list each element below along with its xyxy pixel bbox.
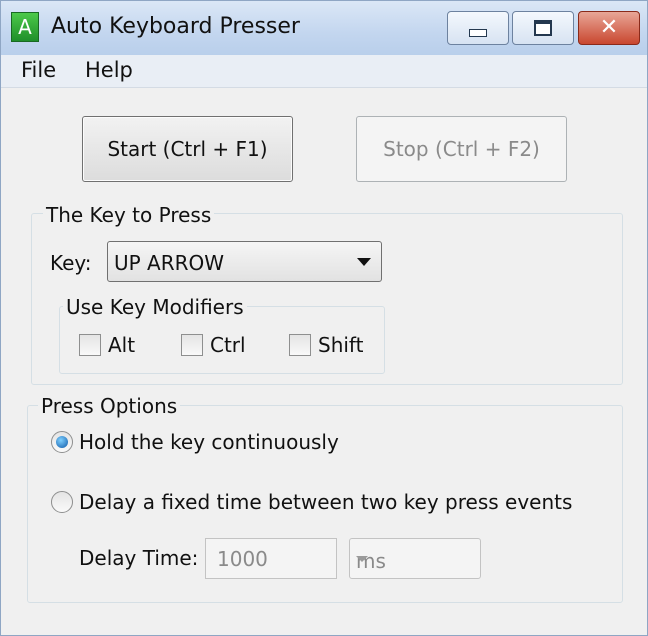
key-select-value: UP ARROW bbox=[114, 251, 225, 275]
press-options-legend: Press Options bbox=[38, 394, 181, 418]
delay-time-input[interactable]: 1000 bbox=[205, 538, 337, 579]
delay-radio[interactable] bbox=[51, 491, 73, 513]
alt-label[interactable]: Alt bbox=[108, 333, 135, 357]
close-button[interactable]: ✕ bbox=[578, 11, 640, 45]
start-button[interactable]: Start (Ctrl + F1) bbox=[82, 116, 293, 182]
modifiers-legend: Use Key Modifiers bbox=[63, 295, 247, 319]
menu-file[interactable]: File bbox=[21, 58, 56, 82]
hold-radio[interactable] bbox=[51, 431, 73, 453]
minimize-button[interactable] bbox=[447, 11, 509, 45]
window-title: Auto Keyboard Presser bbox=[51, 14, 300, 39]
ctrl-checkbox[interactable] bbox=[181, 334, 203, 356]
shift-label[interactable]: Shift bbox=[318, 333, 363, 357]
hold-label[interactable]: Hold the key continuously bbox=[79, 430, 339, 454]
key-select[interactable]: UP ARROW bbox=[107, 241, 382, 282]
stop-button-label: Stop (Ctrl + F2) bbox=[383, 137, 540, 161]
delay-label[interactable]: Delay a fixed time between two key press… bbox=[79, 490, 572, 514]
start-button-label: Start (Ctrl + F1) bbox=[107, 137, 268, 161]
delay-unit-select[interactable]: ms bbox=[349, 538, 481, 579]
alt-checkbox[interactable] bbox=[79, 334, 101, 356]
key-group-legend: The Key to Press bbox=[43, 203, 215, 227]
menu-help[interactable]: Help bbox=[85, 58, 133, 82]
chevron-down-icon bbox=[357, 258, 371, 266]
title-bar[interactable]: A Auto Keyboard Presser ✕ bbox=[1, 1, 647, 55]
delay-time-label: Delay Time: bbox=[79, 546, 199, 570]
menu-bar: File Help bbox=[1, 55, 647, 88]
app-window: A Auto Keyboard Presser ✕ File Help Star… bbox=[0, 0, 648, 636]
app-icon: A bbox=[11, 12, 39, 42]
stop-button[interactable]: Stop (Ctrl + F2) bbox=[356, 116, 567, 182]
shift-checkbox[interactable] bbox=[289, 334, 311, 356]
close-icon: ✕ bbox=[599, 15, 619, 40]
minimize-icon bbox=[469, 29, 487, 37]
chevron-down-icon bbox=[356, 556, 368, 562]
key-label: Key: bbox=[50, 251, 92, 275]
ctrl-label[interactable]: Ctrl bbox=[210, 333, 246, 357]
delay-time-value: 1000 bbox=[217, 547, 268, 571]
maximize-button[interactable] bbox=[512, 11, 574, 45]
maximize-icon bbox=[534, 20, 552, 36]
